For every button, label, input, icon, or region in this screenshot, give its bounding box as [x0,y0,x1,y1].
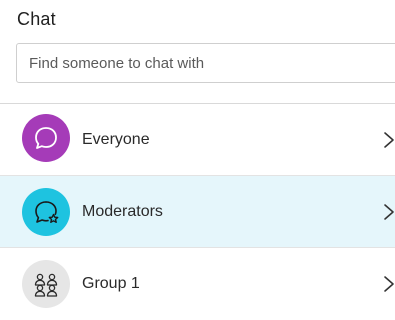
search-field[interactable] [16,43,395,83]
chevron-right-icon [384,131,394,148]
group-icon [34,273,58,297]
chevron-right-icon [384,276,394,292]
chat-list: Everyone Moderators Group 1 [0,104,395,320]
chat-row-group-1[interactable]: Group 1 [0,248,395,320]
search-input[interactable] [27,53,395,73]
chat-row-everyone[interactable]: Everyone [0,104,395,176]
chevron-right-icon [384,203,394,220]
page-title: Chat [17,9,56,29]
chat-row-label: Group 1 [82,275,140,292]
chat-bubble-icon [35,127,57,149]
avatar [22,188,70,236]
avatar [22,260,70,308]
avatar [22,114,70,162]
chat-row-label: Everyone [82,130,150,148]
chat-row-label: Moderators [82,202,163,220]
chat-star-icon [35,201,59,223]
chat-row-moderators[interactable]: Moderators [0,176,395,248]
